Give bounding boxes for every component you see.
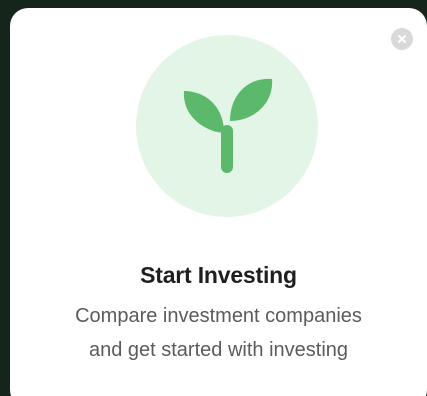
card-subtitle-line-2: and get started with investing: [88, 339, 349, 361]
close-icon: [398, 35, 406, 43]
sprout-icon: [183, 78, 273, 173]
close-button[interactable]: [391, 28, 413, 50]
card-subtitle-line-1: Compare investment companies: [75, 305, 362, 327]
card-title: Start Investing: [140, 262, 297, 288]
illustration-circle: [136, 35, 318, 217]
page-background: Start Investing Compare investment compa…: [0, 0, 427, 396]
